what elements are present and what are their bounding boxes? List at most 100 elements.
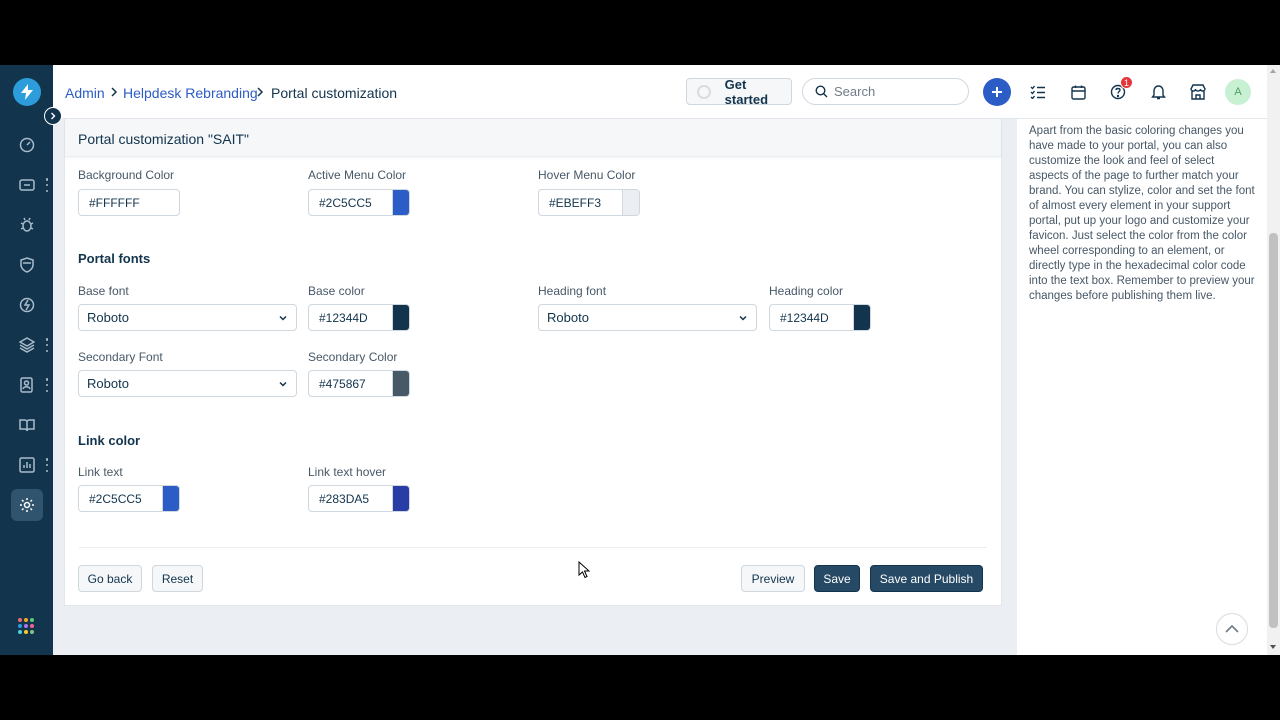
portal-customization-panel: Portal customization "SAIT" Background C… (64, 119, 1002, 606)
link-text-hover-color-value: #283DA5 (319, 491, 370, 506)
scrollbar-thumb[interactable] (1269, 233, 1278, 628)
contacts-icon[interactable] (11, 369, 43, 401)
link-text-color-value: #2C5CC5 (89, 491, 142, 506)
bell-icon[interactable] (1148, 82, 1168, 102)
hover-menu-color-swatch[interactable] (622, 190, 639, 215)
active-menu-color-label: Active Menu Color (308, 168, 407, 182)
base-color-value: #12344D (319, 310, 368, 325)
background-color-value: #FFFFFF (89, 195, 140, 210)
heading-color-value: #12344D (780, 310, 829, 325)
reports-icon[interactable] (11, 449, 43, 481)
scroll-up-arrow-icon[interactable] (1270, 69, 1276, 73)
breadcrumb-admin[interactable]: Admin (65, 85, 105, 101)
background-color-label: Background Color (78, 168, 175, 182)
notification-count-badge: 1 (1120, 76, 1133, 89)
settings-icon[interactable] (11, 489, 43, 521)
search-icon (815, 85, 828, 98)
heading-font-value: Roboto (547, 310, 589, 325)
plus-icon[interactable] (983, 78, 1011, 106)
chevron-down-icon (279, 315, 287, 321)
chevron-right-icon (257, 87, 264, 97)
save-button[interactable]: Save (814, 565, 860, 592)
secondary-font-value: Roboto (87, 376, 129, 391)
secondary-font-label: Secondary Font (78, 350, 163, 364)
link-color-heading: Link color (78, 433, 141, 448)
active-menu-color-swatch[interactable] (392, 190, 409, 215)
bolt-icon[interactable] (13, 78, 41, 106)
preview-button[interactable]: Preview (741, 565, 805, 592)
heading-color-label: Heading color (769, 284, 844, 298)
search-input[interactable] (834, 84, 954, 99)
get-started-label: Get started (724, 76, 769, 107)
base-color-swatch[interactable] (392, 305, 409, 330)
link-text-label: Link text (78, 465, 123, 479)
page-title: Portal customization "SAIT" (78, 131, 250, 147)
page-scrollbar[interactable] (1267, 65, 1280, 655)
hover-menu-color-label: Hover Menu Color (538, 168, 636, 182)
breadcrumb-helpdesk-rebranding[interactable]: Helpdesk Rebranding (123, 85, 258, 101)
mouse-cursor-icon (578, 561, 590, 579)
heading-font-label: Heading font (538, 284, 607, 298)
link-text-hover-label: Link text hover (308, 465, 387, 479)
chevron-up-icon (1225, 625, 1239, 633)
dashboard-icon[interactable] (11, 129, 43, 161)
app-window: Admin Helpdesk Rebranding Portal customi… (0, 65, 1280, 655)
chevron-right-icon (111, 87, 118, 97)
avatar[interactable]: A (1225, 79, 1251, 105)
active-menu-color-value: #2C5CC5 (319, 195, 372, 210)
scroll-down-arrow-icon[interactable] (1270, 645, 1276, 649)
go-back-button[interactable]: Go back (78, 565, 142, 592)
base-font-select[interactable]: Roboto (78, 304, 297, 331)
portal-fonts-heading: Portal fonts (78, 251, 151, 266)
secondary-color-label: Secondary Color (308, 350, 398, 364)
background-color-input[interactable]: #FFFFFF (78, 189, 180, 216)
contacts-menu-dots[interactable] (44, 378, 50, 392)
secondary-color-value: #475867 (319, 376, 366, 391)
sidebar-expand-button[interactable] (44, 107, 62, 125)
heading-color-input[interactable]: #12344D (769, 304, 871, 331)
chevron-down-icon (279, 381, 287, 387)
secondary-color-input[interactable]: #475867 (308, 370, 410, 397)
bug-icon[interactable] (11, 209, 43, 241)
search-box[interactable] (802, 78, 969, 105)
footer-divider (79, 547, 987, 548)
heading-font-select[interactable]: Roboto (538, 304, 757, 331)
heading-color-swatch[interactable] (853, 305, 870, 330)
secondary-font-select[interactable]: Roboto (78, 370, 297, 397)
tickets-icon[interactable] (11, 169, 43, 201)
help-panel: Apart from the basic coloring changes yo… (1017, 119, 1267, 655)
top-header: Admin Helpdesk Rebranding Portal customi… (53, 65, 1267, 119)
progress-ring-icon (697, 84, 711, 99)
help-text: Apart from the basic coloring changes yo… (1029, 125, 1255, 302)
shield-icon[interactable] (11, 249, 43, 281)
link-text-color-input[interactable]: #2C5CC5 (78, 485, 180, 512)
sidebar (0, 65, 53, 655)
base-font-value: Roboto (87, 310, 129, 325)
save-and-publish-button[interactable]: Save and Publish (870, 565, 983, 592)
reset-button[interactable]: Reset (152, 565, 203, 592)
base-color-input[interactable]: #12344D (308, 304, 410, 331)
link-text-color-swatch[interactable] (162, 486, 179, 511)
lightning-icon[interactable] (11, 289, 43, 321)
tickets-menu-dots[interactable] (44, 178, 50, 192)
base-font-label: Base font (78, 284, 129, 298)
link-text-hover-color-swatch[interactable] (392, 486, 409, 511)
base-color-label: Base color (308, 284, 365, 298)
hover-menu-color-input[interactable]: #EBEFF3 (538, 189, 640, 216)
apps-grid-icon[interactable] (18, 618, 34, 634)
link-text-hover-color-input[interactable]: #283DA5 (308, 485, 410, 512)
secondary-color-swatch[interactable] (392, 371, 409, 396)
reports-menu-dots[interactable] (44, 458, 50, 472)
book-icon[interactable] (11, 409, 43, 441)
scroll-to-top-button[interactable] (1216, 613, 1248, 645)
layers-menu-dots[interactable] (44, 338, 50, 352)
hover-menu-color-value: #EBEFF3 (549, 195, 602, 210)
active-menu-color-input[interactable]: #2C5CC5 (308, 189, 410, 216)
sub-header: Portal customization "SAIT" (65, 119, 1001, 157)
chevron-down-icon (739, 315, 747, 321)
get-started-button[interactable]: Get started (686, 76, 792, 107)
marketplace-icon[interactable] (1188, 82, 1208, 102)
checklist-icon[interactable] (1028, 82, 1048, 102)
layers-icon[interactable] (11, 329, 43, 361)
calendar-icon[interactable] (1068, 82, 1088, 102)
